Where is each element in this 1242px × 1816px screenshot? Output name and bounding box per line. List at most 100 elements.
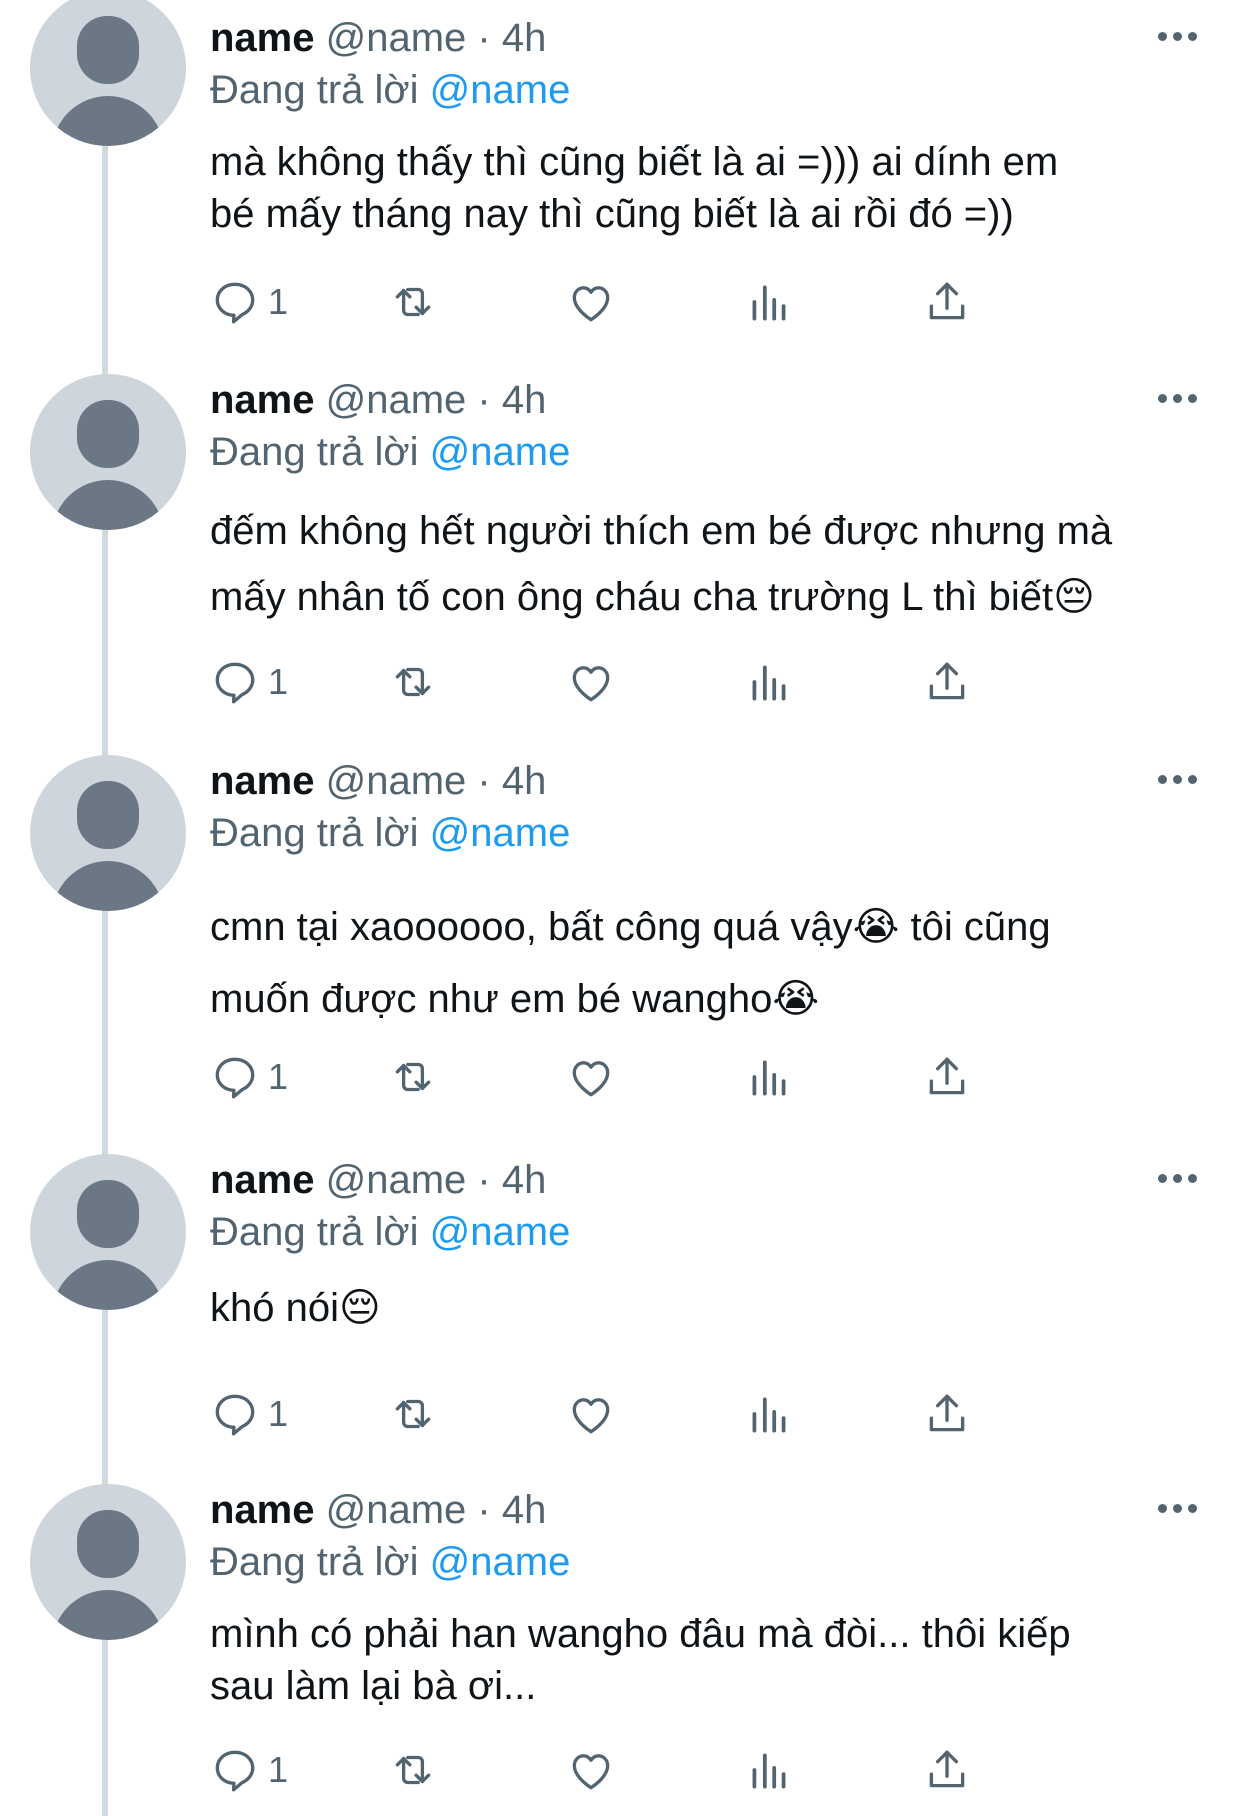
retweet-button[interactable] <box>388 1049 438 1105</box>
like-button[interactable] <box>566 274 616 330</box>
retweet-button[interactable] <box>388 274 438 330</box>
tweet[interactable]: name @name · 4h Đang trả lời @name mà kh… <box>0 0 1242 324</box>
action-bar: 1 <box>210 274 1110 330</box>
tweet-text: mà không thấy thì cũng biết là ai =))) a… <box>210 136 1210 240</box>
handle[interactable]: @name <box>326 1488 467 1532</box>
more-icon[interactable] <box>1158 1504 1198 1516</box>
tweet[interactable]: name @name · 4h Đang trả lời @name khó n… <box>0 1142 1242 1442</box>
replying-to: Đang trả lời @name <box>210 68 570 112</box>
like-button[interactable] <box>566 654 616 710</box>
views-button[interactable] <box>744 1742 794 1798</box>
avatar[interactable] <box>30 1484 186 1640</box>
reply-icon <box>210 1745 260 1795</box>
reply-button[interactable]: 1 <box>210 654 288 710</box>
timestamp[interactable]: 4h <box>502 759 547 803</box>
reply-button[interactable]: 1 <box>210 1049 288 1105</box>
reply-mention[interactable]: @name <box>430 430 571 474</box>
reply-icon <box>210 1052 260 1102</box>
views-button[interactable] <box>744 274 794 330</box>
reply-mention[interactable]: @name <box>430 1540 571 1584</box>
like-button[interactable] <box>566 1049 616 1105</box>
tweet[interactable]: name @name · 4h Đang trả lời @name cmn t… <box>0 743 1242 1103</box>
tweet[interactable]: name @name · 4h Đang trả lời @name mình … <box>0 1472 1242 1816</box>
tweet-text: mình có phải han wangho đâu mà đòi... th… <box>210 1608 1210 1712</box>
reply-mention[interactable]: @name <box>430 1210 571 1254</box>
separator: · <box>477 1488 491 1532</box>
tweet[interactable]: name @name · 4h Đang trả lời @name đếm k… <box>0 362 1242 704</box>
display-name[interactable]: name <box>210 759 315 803</box>
views-icon <box>744 1389 794 1439</box>
reply-mention[interactable]: @name <box>430 68 571 112</box>
like-icon <box>566 1745 616 1795</box>
tweet-text-line: bé mấy tháng nay thì cũng biết là ai rồi… <box>210 192 1014 236</box>
views-icon <box>744 1745 794 1795</box>
reply-button[interactable]: 1 <box>210 1386 288 1442</box>
reply-prefix: Đang trả lời <box>210 811 419 855</box>
views-icon <box>744 657 794 707</box>
retweet-button[interactable] <box>388 1386 438 1442</box>
separator: · <box>477 759 491 803</box>
more-icon[interactable] <box>1158 394 1198 406</box>
replying-to: Đang trả lời @name <box>210 1210 570 1254</box>
reply-icon <box>210 1389 260 1439</box>
reply-count: 1 <box>268 1393 289 1434</box>
reply-prefix: Đang trả lời <box>210 1540 419 1584</box>
action-bar: 1 <box>210 1049 1110 1105</box>
retweet-icon <box>388 657 438 707</box>
share-button[interactable] <box>922 1386 972 1442</box>
reply-mention[interactable]: @name <box>430 811 571 855</box>
action-bar: 1 <box>210 1742 1110 1798</box>
handle[interactable]: @name <box>326 1158 467 1202</box>
display-name[interactable]: name <box>210 1488 315 1532</box>
reply-icon <box>210 277 260 327</box>
retweet-button[interactable] <box>388 1742 438 1798</box>
display-name[interactable]: name <box>210 378 315 422</box>
tweet-text-line: mình có phải han wangho đâu mà đòi... th… <box>210 1612 1071 1656</box>
avatar[interactable] <box>30 0 186 146</box>
tweet-text: đếm không hết người thích em bé được như… <box>210 498 1210 630</box>
share-icon <box>922 657 972 707</box>
views-button[interactable] <box>744 654 794 710</box>
reply-button[interactable]: 1 <box>210 1742 288 1798</box>
avatar[interactable] <box>30 755 186 911</box>
share-button[interactable] <box>922 1742 972 1798</box>
tweet-header: name @name · 4h <box>210 378 546 422</box>
avatar[interactable] <box>30 1154 186 1310</box>
tweet-text-line: sau làm lại bà ơi... <box>210 1664 537 1708</box>
timestamp[interactable]: 4h <box>502 378 547 422</box>
display-name[interactable]: name <box>210 16 315 60</box>
more-icon[interactable] <box>1158 1174 1198 1186</box>
tweet-text-line: cmn tại xaoooooo, bất công quá vậy😭 tôi … <box>210 905 1051 949</box>
more-icon[interactable] <box>1158 32 1198 44</box>
reply-button[interactable]: 1 <box>210 274 288 330</box>
retweet-icon <box>388 277 438 327</box>
retweet-button[interactable] <box>388 654 438 710</box>
reply-count: 1 <box>268 1056 289 1097</box>
timestamp[interactable]: 4h <box>502 1158 547 1202</box>
avatar[interactable] <box>30 374 186 530</box>
reply-count: 1 <box>268 661 289 702</box>
replying-to: Đang trả lời @name <box>210 811 570 855</box>
timestamp[interactable]: 4h <box>502 16 547 60</box>
more-icon[interactable] <box>1158 775 1198 787</box>
handle[interactable]: @name <box>326 759 467 803</box>
handle[interactable]: @name <box>326 16 467 60</box>
tweet-text-line: mà không thấy thì cũng biết là ai =))) a… <box>210 140 1059 184</box>
like-button[interactable] <box>566 1386 616 1442</box>
tweet-header: name @name · 4h <box>210 759 546 803</box>
share-button[interactable] <box>922 654 972 710</box>
reply-prefix: Đang trả lời <box>210 1210 419 1254</box>
views-button[interactable] <box>744 1049 794 1105</box>
share-button[interactable] <box>922 1049 972 1105</box>
views-icon <box>744 1052 794 1102</box>
reply-count: 1 <box>268 1749 289 1790</box>
display-name[interactable]: name <box>210 1158 315 1202</box>
timestamp[interactable]: 4h <box>502 1488 547 1532</box>
like-icon <box>566 1052 616 1102</box>
like-button[interactable] <box>566 1742 616 1798</box>
action-bar: 1 <box>210 654 1110 710</box>
handle[interactable]: @name <box>326 378 467 422</box>
views-button[interactable] <box>744 1386 794 1442</box>
share-button[interactable] <box>922 274 972 330</box>
separator: · <box>477 1158 491 1202</box>
